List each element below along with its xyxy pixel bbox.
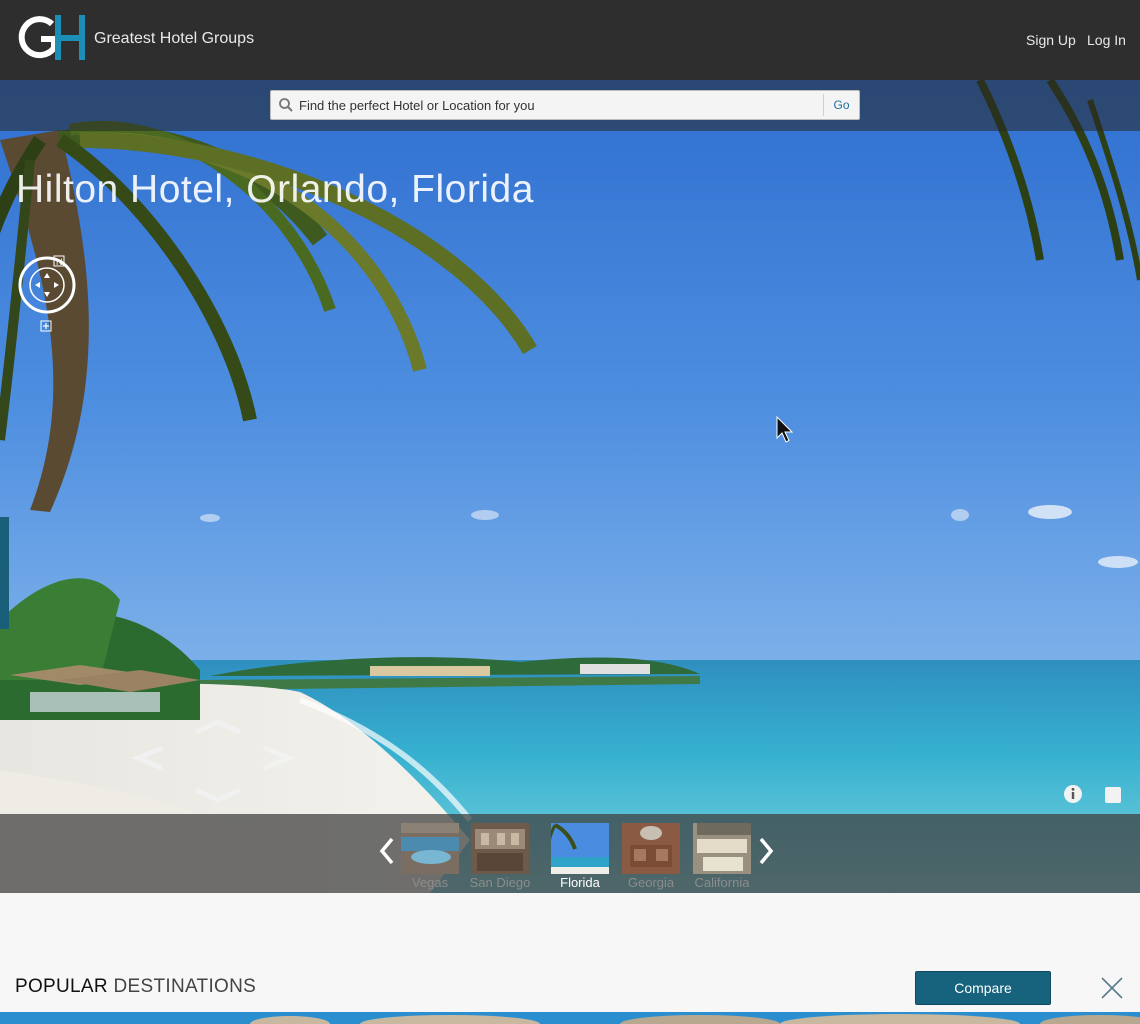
- chevron-right-icon[interactable]: [756, 834, 776, 868]
- thumbnail-image: [471, 823, 529, 874]
- thumbnail-georgia[interactable]: Georgia: [620, 822, 682, 892]
- page: Greatest Hotel Groups Sign Up Log In Fin…: [0, 0, 1140, 1024]
- thumbnail-california[interactable]: California: [691, 822, 753, 892]
- search-bar-strip: Go: [0, 80, 1140, 131]
- fullscreen-icon[interactable]: [1105, 787, 1121, 803]
- cursor-icon: [776, 416, 794, 443]
- location-thumbnail-strip: Vegas San Diego Florida Georgia Californ…: [0, 814, 1140, 893]
- side-panel-tab[interactable]: [0, 517, 9, 629]
- chevron-left-icon[interactable]: [377, 834, 397, 868]
- thumbnail-florida[interactable]: Florida: [549, 822, 611, 892]
- thumbnail-label: Georgia: [627, 875, 675, 890]
- pan-navigation-arrows[interactable]: [130, 718, 300, 803]
- thumbnail-san-diego[interactable]: San Diego: [469, 822, 531, 892]
- destination-preview-image: [0, 1012, 1140, 1024]
- thumbnail-label: San Diego: [469, 875, 531, 890]
- compare-button[interactable]: Compare: [915, 971, 1051, 1005]
- thumbnail-image: [401, 823, 459, 874]
- search-input[interactable]: [299, 94, 819, 116]
- search-icon: [279, 98, 293, 112]
- thumbnail-image: [622, 823, 680, 874]
- info-icon[interactable]: [1063, 784, 1083, 804]
- thumbnail-label: Vegas: [411, 875, 449, 890]
- thumbnail-image: [551, 823, 609, 874]
- compass-north-label: N: [56, 257, 63, 267]
- thumbnail-label: Florida: [560, 875, 600, 890]
- thumbnail-label: California: [694, 875, 750, 890]
- sign-up-link[interactable]: Sign Up: [1026, 32, 1076, 48]
- logo[interactable]: [14, 12, 90, 64]
- heading-light-text: DESTINATIONS: [113, 976, 257, 997]
- search-box: Go: [270, 90, 860, 120]
- thumbnail-image: [693, 823, 751, 874]
- go-button[interactable]: Go: [823, 94, 859, 116]
- log-in-link[interactable]: Log In: [1087, 32, 1126, 48]
- brand-name: Greatest Hotel Groups: [94, 30, 255, 47]
- heading-strong-text: POPULAR: [15, 976, 108, 997]
- thumbnail-vegas[interactable]: Vegas: [399, 822, 461, 892]
- hero-panorama[interactable]: Go Hilton Hotel, Orlando, Florida N: [0, 80, 1140, 893]
- popular-destinations-heading: POPULAR DESTINATIONS: [15, 976, 256, 998]
- hotel-title: Hilton Hotel, Orlando, Florida: [16, 168, 534, 211]
- close-icon[interactable]: [1100, 976, 1124, 1000]
- header-bar: Greatest Hotel Groups Sign Up Log In: [0, 0, 1140, 80]
- compass-icon[interactable]: N: [16, 254, 80, 336]
